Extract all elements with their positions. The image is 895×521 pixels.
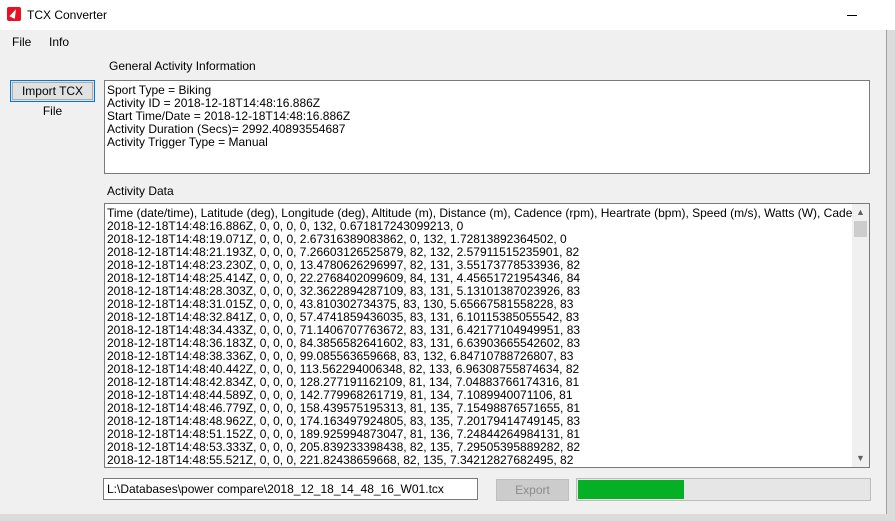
- minimize-button[interactable]: [833, 0, 879, 30]
- output-path-field[interactable]: L:\Databases\power compare\2018_12_18_14…: [103, 478, 478, 500]
- import-button-focus-ring: [12, 82, 93, 100]
- menu-file[interactable]: File: [12, 35, 31, 49]
- background-window-edge: [886, 30, 895, 521]
- scroll-thumb[interactable]: [854, 221, 867, 237]
- general-info-label: General Activity Information: [109, 59, 256, 73]
- background-taskbar-strip: [0, 514, 895, 521]
- menu-info[interactable]: Info: [49, 35, 69, 49]
- progress-bar: [576, 478, 871, 501]
- activity-scrollbar[interactable]: ▲ ▼: [852, 204, 869, 467]
- activity-data-textbox[interactable]: Time (date/time), Latitude (deg), Longit…: [104, 203, 870, 468]
- import-tcx-button[interactable]: Import TCX File: [10, 80, 95, 118]
- scroll-down-arrow-icon[interactable]: ▼: [852, 450, 869, 467]
- info-line: Activity Trigger Type = Manual: [107, 135, 268, 149]
- activity-data-label: Activity Data: [107, 184, 174, 198]
- scroll-up-arrow-icon[interactable]: ▲: [852, 204, 869, 221]
- window-title: TCX Converter: [27, 8, 108, 22]
- app-icon: [7, 7, 21, 21]
- menu-bar: File Info: [0, 30, 895, 52]
- title-bar: TCX Converter: [0, 0, 895, 30]
- data-row: 2018-12-18T14:48:55.521Z, 0, 0, 0, 221.8…: [107, 453, 574, 467]
- progress-bar-fill: [578, 480, 685, 499]
- general-info-textbox[interactable]: Sport Type = Biking Activity ID = 2018-1…: [104, 80, 870, 174]
- export-button[interactable]: Export: [496, 479, 569, 501]
